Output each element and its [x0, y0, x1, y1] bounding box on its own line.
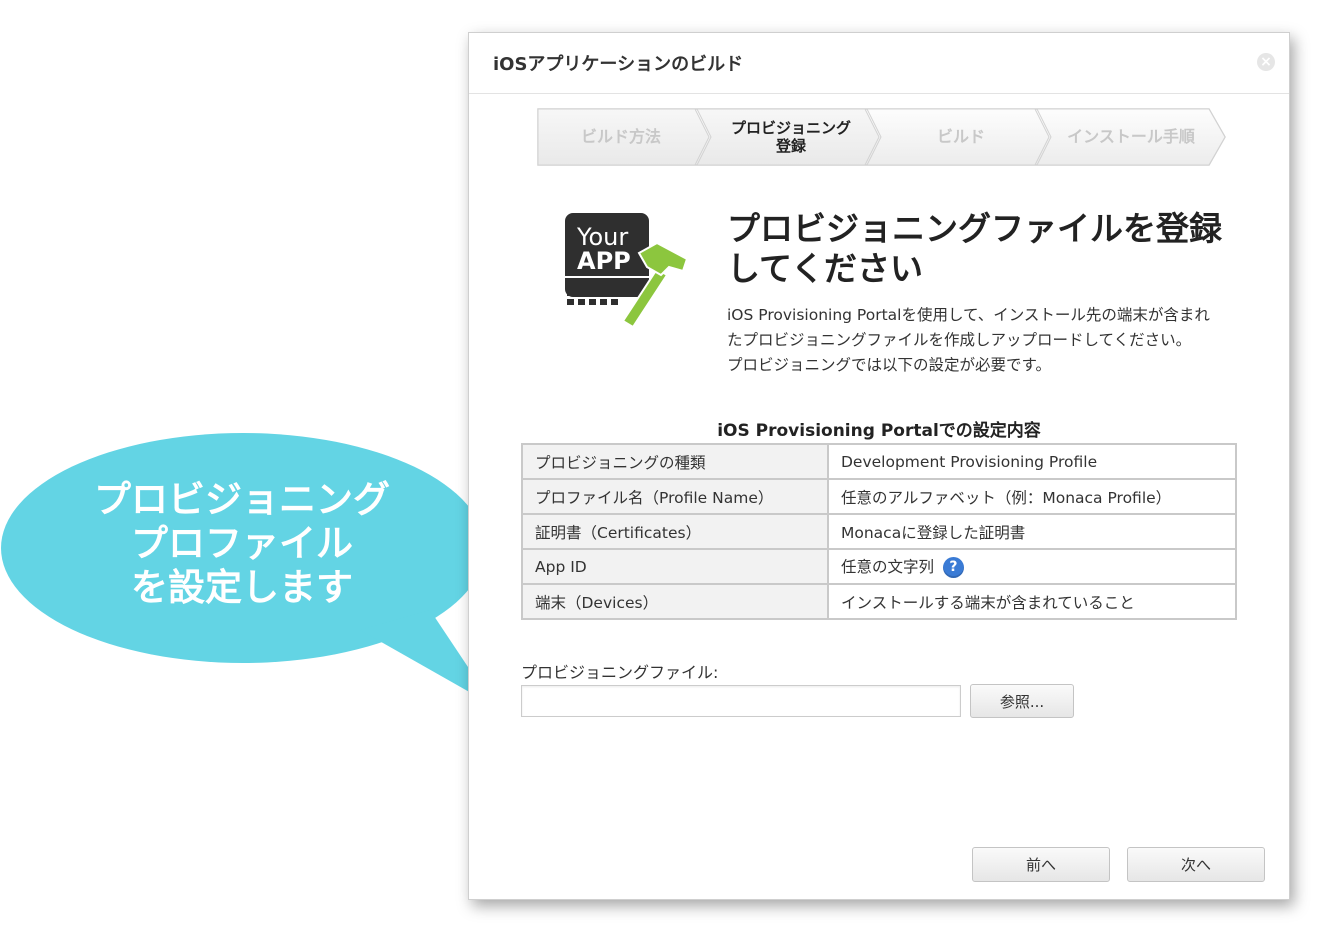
hero-description: iOS Provisioning Portalを使用して、インストール先の端末が…	[727, 303, 1247, 378]
prev-button[interactable]: 前へ	[972, 847, 1110, 882]
row-label: App ID	[521, 548, 829, 585]
hero-desc-line: プロビジョニングでは以下の設定が必要です。	[727, 356, 1051, 374]
row-value: Development Provisioning Profile	[827, 443, 1237, 480]
hero-title: プロビジョニングファイルを登録 してください	[727, 209, 1267, 289]
row-label: プロビジョニングの種類	[521, 443, 829, 480]
table-row: プロファイル名（Profile Name） 任意のアルファベット（例：Monac…	[521, 478, 1237, 515]
callout-text: プロビジョニング プロファイル を設定します	[22, 478, 462, 610]
next-button[interactable]: 次へ	[1127, 847, 1265, 882]
callout-line: プロビジョニング	[94, 478, 390, 521]
hero-desc-line: たプロビジョニングファイルを作成しアップロードしてください。	[727, 331, 1192, 349]
row-value: インストールする端末が含まれていること	[827, 583, 1237, 620]
row-value-text: 任意の文字列	[841, 558, 935, 576]
row-value: 任意のアルファベット（例：Monaca Profile）	[827, 478, 1237, 515]
provisioning-file-label: プロビジョニングファイル:	[521, 663, 719, 682]
row-value: 任意の文字列 ?	[827, 548, 1237, 585]
app-build-icon: Your APP	[561, 209, 691, 334]
table-row: 端末（Devices） インストールする端末が含まれていること	[521, 583, 1237, 620]
hero-title-line: してください	[727, 249, 924, 288]
step-indicator: ビルド方法 プロビジョニング 登録 ビルド インストール手順	[537, 107, 1227, 167]
step-build-method: ビルド方法	[580, 127, 661, 146]
step-provisioning-label-1: プロビジョニング	[730, 119, 851, 137]
table-row: App ID 任意の文字列 ?	[521, 548, 1237, 585]
row-label: プロファイル名（Profile Name）	[521, 478, 829, 515]
provisioning-file-input[interactable]	[521, 685, 961, 717]
callout-line: プロファイル	[131, 522, 353, 565]
dialog-header: iOSアプリケーションのビルド ×	[469, 33, 1289, 94]
step-install: インストール手順	[1067, 127, 1195, 146]
table-row: プロビジョニングの種類 Development Provisioning Pro…	[521, 443, 1237, 480]
browse-button[interactable]: 参照...	[970, 684, 1074, 718]
icon-text-app: APP	[577, 247, 631, 275]
help-icon[interactable]: ?	[942, 557, 964, 578]
close-icon[interactable]: ×	[1257, 53, 1275, 71]
row-value: Monacaに登録した証明書	[827, 513, 1237, 550]
table-row: 証明書（Certificates） Monacaに登録した証明書	[521, 513, 1237, 550]
hero-desc-line: iOS Provisioning Portalを使用して、インストール先の端末が…	[727, 306, 1210, 324]
callout-line: を設定します	[131, 566, 353, 609]
row-label: 証明書（Certificates）	[521, 513, 829, 550]
step-provisioning: プロビジョニング 登録	[707, 107, 875, 167]
build-dialog: iOSアプリケーションのビルド × ビルド方法 プロビジョニング 登録 ビルド …	[468, 32, 1290, 900]
step-build: ビルド	[936, 127, 985, 146]
hero-title-line: プロビジョニングファイルを登録	[727, 209, 1222, 248]
dialog-title: iOSアプリケーションのビルド	[493, 54, 744, 75]
row-label: 端末（Devices）	[521, 583, 829, 620]
settings-table: プロビジョニングの種類 Development Provisioning Pro…	[521, 443, 1237, 620]
step-provisioning-label-2: 登録	[775, 137, 806, 155]
settings-table-caption: iOS Provisioning Portalでの設定内容	[717, 421, 1041, 441]
